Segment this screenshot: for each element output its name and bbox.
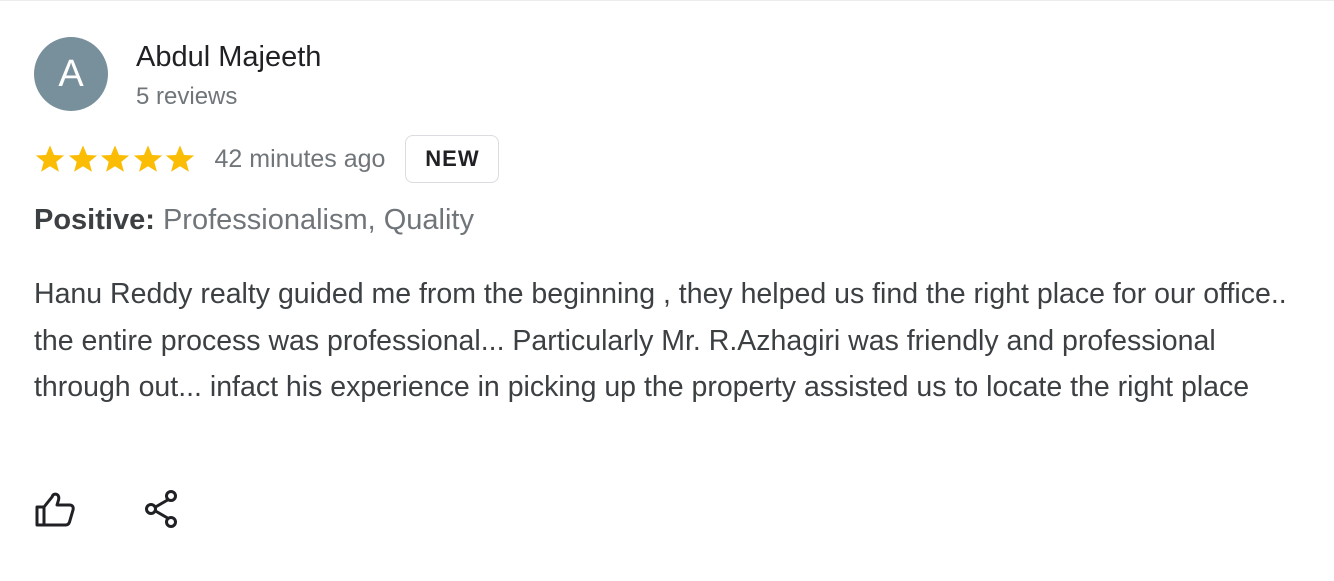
share-icon xyxy=(145,490,177,528)
rating-row: 42 minutes ago NEW xyxy=(34,133,500,185)
star-icon xyxy=(100,145,130,172)
star-icon xyxy=(133,145,162,172)
review-text: Hanu Reddy realty guided me from the beg… xyxy=(34,278,1287,403)
thumbs-up-icon xyxy=(35,492,75,527)
review-timestamp: 42 minutes ago xyxy=(214,144,386,173)
new-badge: NEW xyxy=(405,135,500,183)
highlights-value: Professionalism, Quality xyxy=(162,204,474,236)
share-button[interactable] xyxy=(138,487,186,535)
star-icon xyxy=(35,145,65,172)
author-review-count[interactable]: 5 reviews xyxy=(136,83,237,111)
star-rating xyxy=(34,143,197,175)
like-button[interactable] xyxy=(32,489,80,537)
author-name[interactable]: Abdul Majeeth xyxy=(136,41,321,74)
review-highlights: Positive: Professionalism, Quality xyxy=(34,204,474,237)
star-icon xyxy=(165,145,195,172)
review-card: A Abdul Majeeth 5 reviews 42 minutes ago… xyxy=(0,0,1334,581)
highlights-label: Positive: xyxy=(34,204,155,236)
star-icon xyxy=(68,145,97,172)
avatar[interactable]: A xyxy=(34,37,108,111)
